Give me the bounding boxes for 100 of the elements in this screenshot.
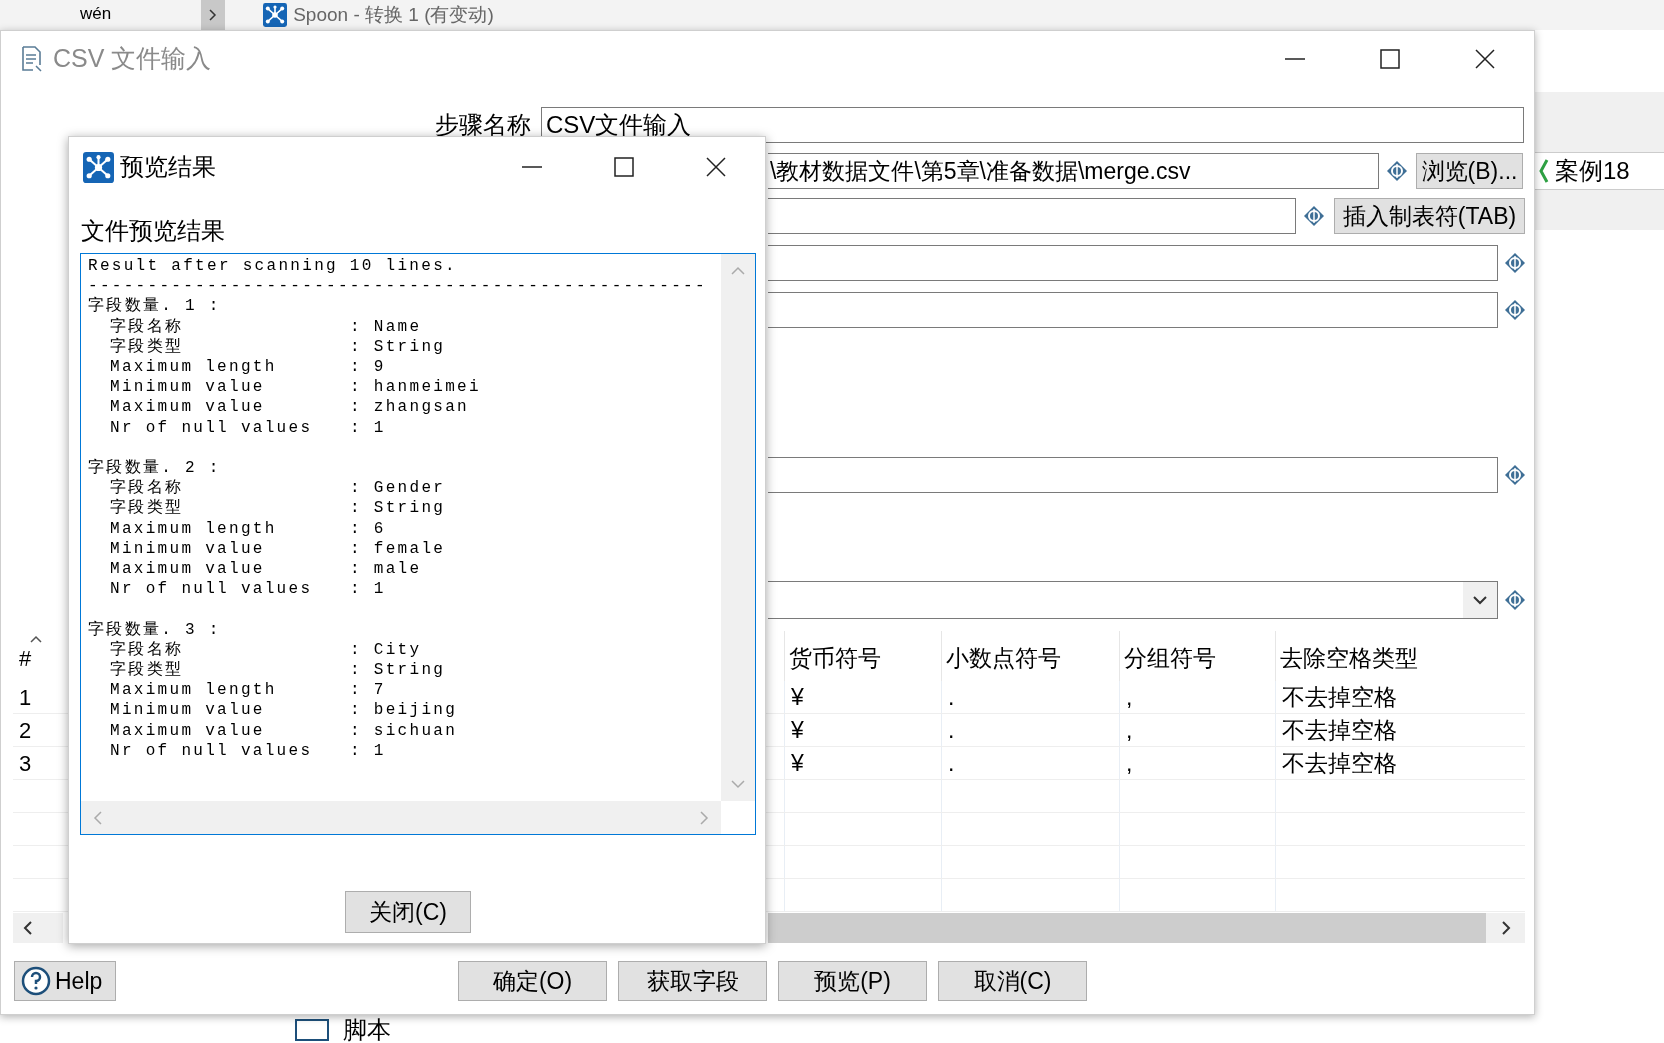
dialog-button[interactable]: 取消(C) xyxy=(938,961,1087,1001)
help-icon xyxy=(21,966,51,996)
checkbox[interactable] xyxy=(295,1019,329,1041)
filename-field[interactable]: \教材数据文件\第5章\准备数据\merge.csv xyxy=(768,153,1379,189)
maximize-icon[interactable] xyxy=(613,156,635,178)
table-cell-text: 不去掉空格 xyxy=(1282,715,1397,745)
property-label: 字段类型 xyxy=(110,660,185,681)
toolbar-text: wén xyxy=(80,4,112,24)
table-cell-text: , xyxy=(1126,748,1133,778)
side-tab[interactable]: 案例18 xyxy=(1535,152,1664,190)
property-value: : 1 xyxy=(350,579,386,600)
property-value: : String xyxy=(350,660,446,681)
sort-caret-icon xyxy=(30,635,42,643)
property-value: : 1 xyxy=(350,417,386,438)
property-label: 字段类型 xyxy=(110,498,185,519)
column-header[interactable]: 货币符号 xyxy=(784,631,941,681)
maximize-icon[interactable] xyxy=(1379,47,1401,70)
property-label: 字段名称 xyxy=(110,639,185,660)
scroll-left-icon xyxy=(23,921,33,935)
scroll-right-icon[interactable] xyxy=(1501,921,1511,935)
window-title: Spoon - 转换 1 (有变动) xyxy=(293,3,494,27)
scroll-left-button[interactable] xyxy=(13,913,63,943)
table-cell-text: ¥ xyxy=(791,715,804,745)
text-field[interactable] xyxy=(768,292,1498,328)
property-value: : 9 xyxy=(350,357,386,378)
property-value: : City xyxy=(350,639,422,661)
table-cell-text: , xyxy=(1126,682,1133,712)
property-value: : zhangsan xyxy=(350,397,469,418)
property-label: Nr of null values xyxy=(110,740,314,762)
variable-icon[interactable] xyxy=(1504,252,1526,274)
property-label: 字段名称 xyxy=(110,478,185,498)
variable-icon[interactable] xyxy=(1504,299,1526,321)
property-label: Minimum value xyxy=(110,538,266,560)
close-button[interactable]: 关闭(C) xyxy=(345,891,471,933)
property-value: : hanmeimei xyxy=(350,377,481,398)
dropdown[interactable] xyxy=(768,581,1498,619)
property-label: Maximum value xyxy=(110,397,266,418)
browse-button[interactable]: 浏览(B)... xyxy=(1416,153,1523,189)
window-title: CSV 文件输入 xyxy=(53,42,212,74)
divider-text: ---------------------------------------------------- xyxy=(88,276,708,296)
window-title: 预览结果 xyxy=(120,152,216,182)
property-value: : 6 xyxy=(350,518,386,539)
property-value: : Gender xyxy=(350,478,446,499)
close-icon[interactable] xyxy=(705,156,727,178)
property-label: Maximum length xyxy=(110,518,278,539)
table-cell-text: ¥ xyxy=(791,682,804,712)
table-cell-text: , xyxy=(1126,715,1133,745)
chevron-down-icon xyxy=(1473,595,1487,605)
property-value: : String xyxy=(350,498,446,519)
column-header[interactable]: 去除空格类型 xyxy=(1275,631,1525,681)
property-label: Minimum value xyxy=(110,700,266,721)
delimiter-field[interactable] xyxy=(768,198,1296,234)
property-label: Nr of null values xyxy=(110,417,314,438)
column-header[interactable]: # xyxy=(13,631,69,681)
preview-text-area[interactable] xyxy=(80,253,756,835)
property-label: Minimum value xyxy=(110,377,266,398)
table-cell-text: . xyxy=(948,748,955,778)
column-header[interactable]: 分组符号 xyxy=(1119,631,1275,681)
property-label: Maximum length xyxy=(110,680,278,701)
result-text: Result after scanning 10 lines. xyxy=(88,256,458,277)
column-header[interactable]: 小数点符号 xyxy=(941,631,1119,681)
variable-icon[interactable] xyxy=(1386,160,1408,182)
property-label: Nr of null values xyxy=(110,579,314,600)
variable-icon[interactable] xyxy=(1504,464,1526,486)
expand-button[interactable] xyxy=(201,0,226,30)
network-icon xyxy=(263,3,288,27)
row-number: 1 xyxy=(19,683,32,712)
text-field[interactable] xyxy=(768,457,1498,493)
insert-tab-button[interactable]: 插入制表符(TAB) xyxy=(1334,198,1525,234)
chevron-right-icon xyxy=(209,9,218,21)
chevron-icon xyxy=(1539,158,1549,184)
step-name-field[interactable]: CSV文件输入 xyxy=(541,107,1524,143)
field-label: 步骤名称 xyxy=(434,110,532,140)
dialog-button[interactable]: 确定(O) xyxy=(458,961,607,1001)
property-label: 字段名称 xyxy=(110,316,185,337)
property-label: Maximum length xyxy=(110,357,278,378)
text-field[interactable] xyxy=(768,245,1498,281)
close-icon[interactable] xyxy=(1474,47,1496,70)
property-value: : String xyxy=(350,336,446,357)
field-heading: 字段数量. 3 : xyxy=(88,619,222,640)
table-cell-text: 不去掉空格 xyxy=(1282,682,1397,712)
property-value: : sichuan xyxy=(350,720,458,741)
dialog-button[interactable]: 预览(P) xyxy=(778,961,927,1001)
table-cell-text: . xyxy=(948,715,955,745)
variable-icon[interactable] xyxy=(1504,589,1526,611)
property-value: : 1 xyxy=(350,740,386,762)
property-label: Maximum value xyxy=(110,720,266,741)
dialog-button[interactable]: 获取字段 xyxy=(618,961,767,1001)
property-label: Maximum value xyxy=(110,559,266,580)
field-heading: 字段数量. 2 : xyxy=(88,458,222,478)
help-button[interactable]: Help xyxy=(14,961,116,1001)
table-cell-text: . xyxy=(948,682,955,712)
property-value: : female xyxy=(350,538,446,560)
property-value: : beijing xyxy=(350,700,458,721)
field-heading: 字段数量. 1 : xyxy=(88,296,222,317)
property-value: : Name xyxy=(350,316,422,337)
row-number: 3 xyxy=(19,749,32,778)
table-cell-text: 不去掉空格 xyxy=(1282,748,1397,778)
property-value: : male xyxy=(350,559,422,580)
variable-icon[interactable] xyxy=(1303,205,1325,227)
